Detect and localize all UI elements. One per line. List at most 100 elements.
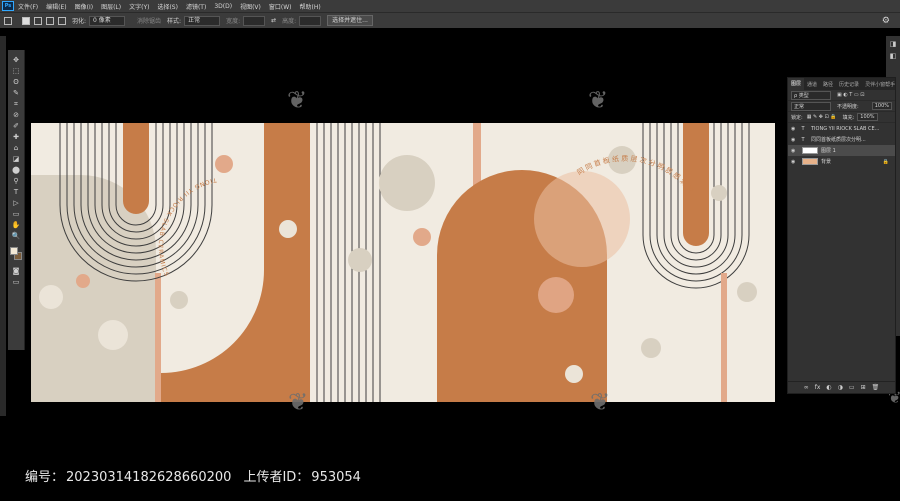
tab-channels[interactable]: 通道 [804,81,820,88]
menu-file[interactable]: 文件(F) [18,2,38,11]
antialias-checkbox[interactable]: 消除锯齿 [137,16,161,25]
gear-icon[interactable]: ⚙ [882,16,890,26]
menu-window[interactable]: 窗口(W) [269,2,292,11]
menu-select[interactable]: 选择(S) [157,2,178,11]
path-select-icon[interactable]: ▷ [11,199,21,207]
add-selection-icon[interactable] [34,16,42,25]
circle [279,220,297,238]
gradient-tool-icon[interactable]: ⬤ [11,166,21,174]
foreground-color-swatch[interactable] [10,247,18,255]
intersect-selection-icon[interactable] [58,16,66,25]
eye-icon[interactable]: ◉ [791,159,799,165]
new-layer-icon[interactable]: ⊞ [861,384,866,391]
stamp-tool-icon[interactable]: ⌂ [11,144,21,152]
lasso-tool-icon[interactable]: ʘ [11,78,21,86]
style-select[interactable]: 正常 [184,15,221,26]
tab-history[interactable]: 历史记录 [836,81,862,88]
magic-wand-icon[interactable]: ✎ [11,89,21,97]
crop-tool-icon[interactable]: ⌗ [11,100,21,108]
menu-filter[interactable]: 滤镜(T) [186,2,206,11]
type-tool-icon[interactable]: T [11,188,21,196]
layer-name: TIONG YII RIOCK SLAB CE... [811,125,880,132]
screen-mode-icon[interactable]: ▭ [11,278,21,286]
filter-icons[interactable]: ▣ ◐ T ▭ ⊡ [837,92,864,98]
watermark-icon: ❦ [287,86,308,114]
menu-view[interactable]: 视图(V) [240,2,261,11]
zoom-tool-icon[interactable]: 🔍 [11,232,21,240]
menu-image[interactable]: 图像(I) [75,2,93,11]
new-selection-icon[interactable] [22,16,30,25]
circle [76,274,90,288]
left-dock-strip [0,36,6,416]
select-and-mask-button[interactable]: 选择并遮住... [327,15,373,26]
feather-input[interactable]: 0 像素 [89,15,126,26]
link-layers-icon[interactable]: ∞ [804,384,809,391]
uploader-label: 上传者ID： [243,470,310,485]
adjustment-icon[interactable]: ◑ [838,384,843,391]
menu-type[interactable]: 文字(Y) [129,2,149,11]
blend-row: 正常 不透明度: 100% [788,101,895,112]
fill-input[interactable]: 100% [857,113,878,121]
menu-help[interactable]: 帮助(H) [300,2,321,11]
marquee-tool-icon[interactable]: ⬚ [11,67,21,75]
id-value: 20230314182628660200 [66,470,232,485]
circle [98,320,128,350]
circle [711,185,727,201]
layer-row[interactable]: ◉ 背景 🔒 [788,156,895,167]
watermark-icon: ❦ [288,388,309,416]
menu-bar: Ps 文件(F) 编辑(E) 图像(I) 图层(L) 文字(Y) 选择(S) 滤… [0,0,900,12]
swap-icon[interactable]: ⇄ [271,17,276,24]
trash-icon[interactable]: 🗑 [872,384,880,391]
blend-mode-select[interactable]: 正常 [791,101,831,111]
lock-label: 锁定: [791,114,803,121]
layer-thumbnail [801,158,818,165]
pen-tool-icon[interactable]: ⚲ [11,177,21,185]
tab-layers[interactable]: 图层 [788,78,805,90]
shape-tool-icon[interactable]: ▭ [11,210,21,218]
eye-icon[interactable]: ◉ [791,148,799,154]
move-tool-icon[interactable]: ✥ [11,56,21,64]
panel-tabs: 图层 通道 路径 历史记录 灵伴小窗帮手 [788,78,895,90]
right-peach-bar [721,273,727,402]
circle [641,338,661,358]
mask-icon[interactable]: ◐ [826,384,831,391]
ps-logo: Ps [2,1,14,11]
eye-icon[interactable]: ◉ [791,126,799,132]
eyedropper-icon[interactable]: ⊘ [11,111,21,119]
brush-tool-icon[interactable]: ✚ [11,133,21,141]
eraser-tool-icon[interactable]: ◪ [11,155,21,163]
properties-icon[interactable]: ◧ [888,52,898,60]
tab-helper[interactable]: 灵伴小窗帮手 [862,81,898,88]
subtract-selection-icon[interactable] [46,16,54,25]
layer-name: 同同首板纸质层次分明... [811,137,866,143]
hand-tool-icon[interactable]: ✋ [11,221,21,229]
lock-icons[interactable]: ▦ ✎ ✥ ⊡ 🔒 [807,114,837,120]
group-icon[interactable]: ▭ [849,384,855,391]
color-swatches[interactable] [10,247,22,261]
menu-3d[interactable]: 3D(D) [214,3,232,10]
circle [413,228,431,246]
width-label: 宽度: [226,18,241,25]
width-input[interactable] [243,15,266,26]
layer-filter-select[interactable]: ρ 类型 [791,90,831,100]
height-input[interactable] [299,15,322,26]
tab-paths[interactable]: 路径 [820,81,836,88]
fx-icon[interactable]: fx [815,384,821,391]
menu-layer[interactable]: 图层(L) [101,2,121,11]
opacity-input[interactable]: 100% [871,102,892,110]
marquee-tool-icon[interactable] [4,16,12,25]
document-canvas[interactable]: TIONG YII RIOCK SLAB CERAMICS 同同首板纸质层次分明… [31,123,775,402]
layer-row-selected[interactable]: ◉ 图层 1 [788,145,895,156]
layer-row[interactable]: ◉ T 同同首板纸质层次分明... [788,134,895,145]
lock-row: 锁定: ▦ ✎ ✥ ⊡ 🔒 填充: 100% [788,112,895,123]
watermark-icon: ❦ [588,86,609,114]
eye-icon[interactable]: ◉ [791,137,799,143]
layer-row[interactable]: ◉ T TIONG YII RIOCK SLAB CE... [788,123,895,134]
quick-mask-icon[interactable]: ◙ [11,267,21,275]
circle [737,282,757,302]
lock-icon: 🔒 [882,158,889,165]
menu-edit[interactable]: 编辑(E) [46,2,66,11]
healing-brush-icon[interactable]: ✐ [11,122,21,130]
history-icon[interactable]: ◨ [888,40,898,48]
thin-peach-bar [155,273,161,402]
